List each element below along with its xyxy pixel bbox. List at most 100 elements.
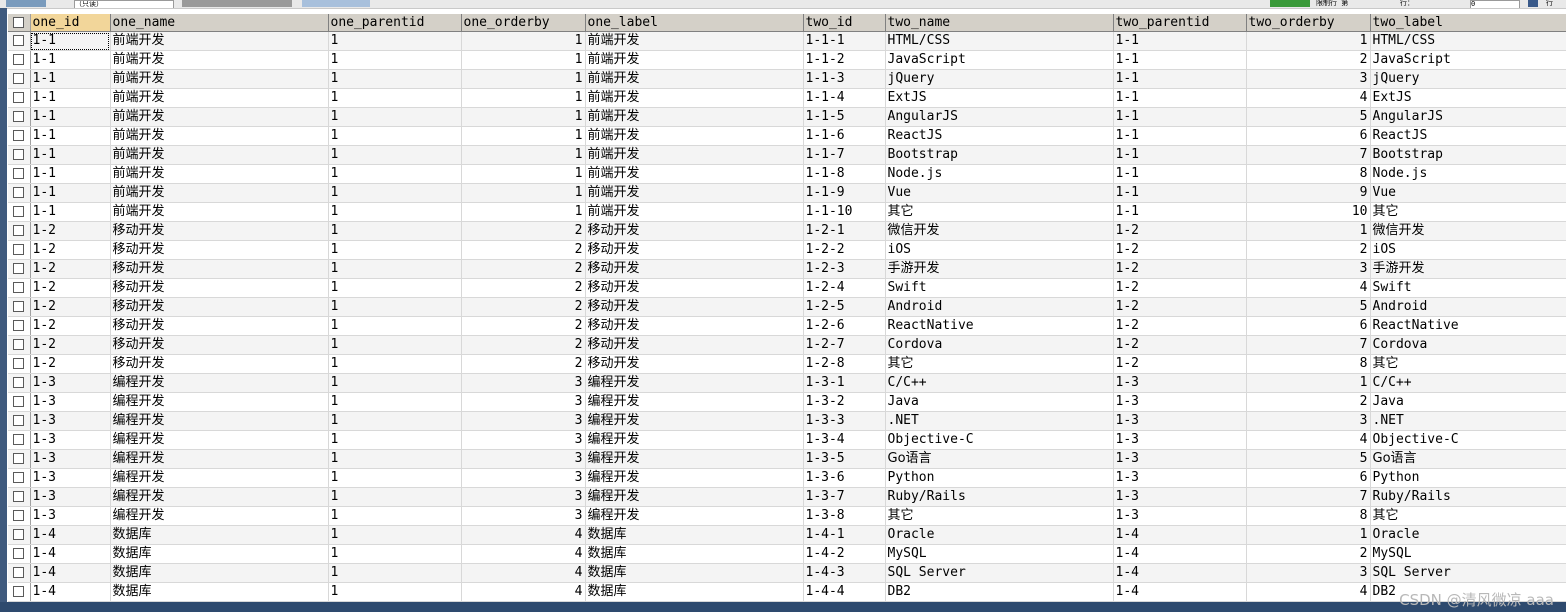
row-checkbox[interactable] bbox=[8, 88, 31, 108]
cell-one-parentid[interactable]: 1 bbox=[328, 430, 462, 450]
cell-one-id[interactable]: 1-2 bbox=[30, 259, 111, 279]
cell-two-parentid[interactable]: 1-2 bbox=[1113, 354, 1247, 374]
cell-two-orderby[interactable]: 4 bbox=[1246, 430, 1371, 450]
cell-two-orderby[interactable]: 2 bbox=[1246, 392, 1371, 412]
cell-one-name[interactable]: 前端开发 bbox=[110, 183, 329, 203]
cell-two-label[interactable]: JavaScript bbox=[1370, 50, 1566, 70]
cell-two-label[interactable]: 其它 bbox=[1370, 506, 1566, 526]
cell-one-name[interactable]: 移动开发 bbox=[110, 316, 329, 336]
cell-one-orderby[interactable]: 3 bbox=[461, 392, 586, 412]
cell-two-orderby[interactable]: 7 bbox=[1246, 487, 1371, 507]
row-checkbox[interactable] bbox=[8, 31, 31, 51]
cell-one-id[interactable]: 1-1 bbox=[30, 107, 111, 127]
cell-one-label[interactable]: 编程开发 bbox=[585, 468, 804, 488]
table-row[interactable]: 1-3 编程开发 1 3 编程开发 1-3-6 Python 1-3 6 Python bbox=[8, 468, 1566, 488]
cell-one-name[interactable]: 数据库 bbox=[110, 582, 329, 602]
table-row[interactable]: 1-4 数据库 1 4 数据库 1-4-4 DB2 1-4 4 DB2 bbox=[8, 582, 1566, 602]
cell-one-parentid[interactable]: 1 bbox=[328, 221, 462, 241]
table-row[interactable]: 1-1 前端开发 1 1 前端开发 1-1-5 AngularJS 1-1 5 AngularJS bbox=[8, 107, 1566, 127]
cell-two-parentid[interactable]: 1-1 bbox=[1113, 164, 1247, 184]
cell-two-label[interactable]: ExtJS bbox=[1370, 88, 1566, 108]
cell-two-parentid[interactable]: 1-3 bbox=[1113, 373, 1247, 393]
cell-two-id[interactable]: 1-1-7 bbox=[803, 145, 886, 165]
row-checkbox[interactable] bbox=[8, 392, 31, 412]
cell-one-parentid[interactable]: 1 bbox=[328, 297, 462, 317]
view-mode-icons[interactable] bbox=[302, 0, 370, 7]
cell-one-parentid[interactable]: 1 bbox=[328, 563, 462, 583]
cell-two-label[interactable]: Cordova bbox=[1370, 335, 1566, 355]
cell-one-orderby[interactable]: 1 bbox=[461, 50, 586, 70]
row-checkbox[interactable] bbox=[8, 107, 31, 127]
cell-one-label[interactable]: 编程开发 bbox=[585, 506, 804, 526]
cell-one-name[interactable]: 编程开发 bbox=[110, 487, 329, 507]
cell-two-id[interactable]: 1-3-2 bbox=[803, 392, 886, 412]
cell-two-name[interactable]: Cordova bbox=[885, 335, 1114, 355]
cell-one-orderby[interactable]: 4 bbox=[461, 582, 586, 602]
cell-two-label[interactable]: Swift bbox=[1370, 278, 1566, 298]
row-checkbox[interactable] bbox=[8, 50, 31, 70]
cell-one-orderby[interactable]: 2 bbox=[461, 316, 586, 336]
cell-two-parentid[interactable]: 1-1 bbox=[1113, 107, 1247, 127]
cell-two-id[interactable]: 1-2-7 bbox=[803, 335, 886, 355]
next-icon[interactable] bbox=[1528, 0, 1538, 7]
cell-one-orderby[interactable]: 3 bbox=[461, 373, 586, 393]
cell-one-parentid[interactable]: 1 bbox=[328, 373, 462, 393]
cell-two-parentid[interactable]: 1-3 bbox=[1113, 430, 1247, 450]
cell-one-label[interactable]: 前端开发 bbox=[585, 126, 804, 146]
cell-one-name[interactable]: 数据库 bbox=[110, 525, 329, 545]
cell-two-name[interactable]: 其它 bbox=[885, 506, 1114, 526]
table-row[interactable]: 1-2 移动开发 1 2 移动开发 1-2-6 ReactNative 1-2 6 ReactNa… bbox=[8, 316, 1566, 336]
cell-two-parentid[interactable]: 1-3 bbox=[1113, 487, 1247, 507]
cell-one-label[interactable]: 前端开发 bbox=[585, 183, 804, 203]
cell-two-label[interactable]: SQL Server bbox=[1370, 563, 1566, 583]
cell-two-orderby[interactable]: 5 bbox=[1246, 449, 1371, 469]
table-row[interactable]: 1-3 编程开发 1 3 编程开发 1-3-2 Java 1-3 2 Java bbox=[8, 392, 1566, 412]
cell-two-orderby[interactable]: 2 bbox=[1246, 544, 1371, 564]
cell-one-orderby[interactable]: 1 bbox=[461, 183, 586, 203]
cell-two-name[interactable]: 其它 bbox=[885, 202, 1114, 222]
cell-one-id[interactable]: 1-1 bbox=[30, 88, 111, 108]
cell-one-parentid[interactable]: 1 bbox=[328, 544, 462, 564]
table-row[interactable]: 1-1 前端开发 1 1 前端开发 1-1-4 ExtJS 1-1 4 ExtJS bbox=[8, 88, 1566, 108]
cell-two-parentid[interactable]: 1-4 bbox=[1113, 544, 1247, 564]
cell-one-label[interactable]: 数据库 bbox=[585, 525, 804, 545]
cell-one-label[interactable]: 移动开发 bbox=[585, 259, 804, 279]
row-checkbox[interactable] bbox=[8, 240, 31, 260]
row-checkbox[interactable] bbox=[8, 278, 31, 298]
table-row[interactable]: 1-1 前端开发 1 1 前端开发 1-1-9 Vue 1-1 9 Vue bbox=[8, 183, 1566, 203]
cell-one-orderby[interactable]: 2 bbox=[461, 240, 586, 260]
cell-two-label[interactable]: 其它 bbox=[1370, 354, 1566, 374]
cell-one-id[interactable]: 1-3 bbox=[30, 449, 111, 469]
cell-two-id[interactable]: 1-2-8 bbox=[803, 354, 886, 374]
row-checkbox[interactable] bbox=[8, 373, 31, 393]
cell-one-parentid[interactable]: 1 bbox=[328, 69, 462, 89]
cell-one-name[interactable]: 编程开发 bbox=[110, 430, 329, 450]
cell-two-orderby[interactable]: 8 bbox=[1246, 164, 1371, 184]
cell-two-orderby[interactable]: 4 bbox=[1246, 582, 1371, 602]
cell-two-id[interactable]: 1-1-3 bbox=[803, 69, 886, 89]
cell-one-orderby[interactable]: 2 bbox=[461, 335, 586, 355]
cell-one-id[interactable]: 1-2 bbox=[30, 240, 111, 260]
cell-one-name[interactable]: 编程开发 bbox=[110, 411, 329, 431]
row-checkbox[interactable] bbox=[8, 354, 31, 374]
cell-one-orderby[interactable]: 3 bbox=[461, 506, 586, 526]
cell-two-id[interactable]: 1-3-5 bbox=[803, 449, 886, 469]
cell-one-name[interactable]: 移动开发 bbox=[110, 221, 329, 241]
cell-one-name[interactable]: 移动开发 bbox=[110, 297, 329, 317]
cell-two-id[interactable]: 1-1-8 bbox=[803, 164, 886, 184]
cell-two-orderby[interactable]: 5 bbox=[1246, 107, 1371, 127]
cell-one-id[interactable]: 1-1 bbox=[30, 126, 111, 146]
cell-one-id[interactable]: 1-4 bbox=[30, 544, 111, 564]
row-checkbox[interactable] bbox=[8, 411, 31, 431]
cell-two-orderby[interactable]: 6 bbox=[1246, 126, 1371, 146]
column-header-one-parentid[interactable]: one_parentid bbox=[328, 14, 462, 32]
cell-two-parentid[interactable]: 1-4 bbox=[1113, 563, 1247, 583]
cell-two-parentid[interactable]: 1-1 bbox=[1113, 88, 1247, 108]
cell-one-orderby[interactable]: 3 bbox=[461, 449, 586, 469]
edit-tools-icons[interactable] bbox=[182, 0, 292, 7]
cell-two-orderby[interactable]: 4 bbox=[1246, 278, 1371, 298]
cell-two-name[interactable]: ExtJS bbox=[885, 88, 1114, 108]
cell-two-id[interactable]: 1-1-6 bbox=[803, 126, 886, 146]
cell-two-name[interactable]: JavaScript bbox=[885, 50, 1114, 70]
cell-one-parentid[interactable]: 1 bbox=[328, 88, 462, 108]
